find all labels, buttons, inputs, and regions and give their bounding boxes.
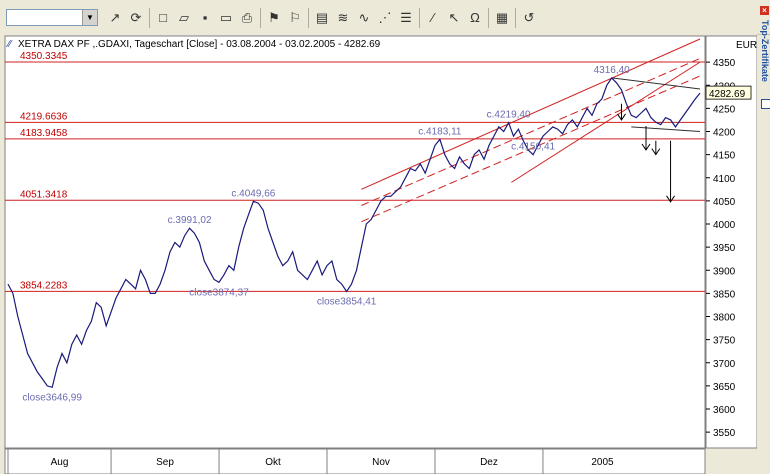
flag2-icon[interactable]: ⚐ <box>286 9 304 27</box>
chevron-down-icon[interactable]: ▼ <box>82 10 97 25</box>
price-annotation: close3854,41 <box>317 297 377 308</box>
level-label: 4350.3345 <box>20 51 68 62</box>
indicator-icon[interactable]: ≋ <box>334 9 352 27</box>
undo-icon[interactable]: ↺ <box>520 9 538 27</box>
line-tool-icon[interactable]: ⁄ <box>424 9 442 27</box>
price-annotation: c.3991,02 <box>168 215 212 226</box>
toolbar-separator <box>515 8 516 28</box>
properties-icon[interactable]: ☰ <box>397 9 415 27</box>
toolbar-separator <box>419 8 420 28</box>
y-tick-label: 3750 <box>713 336 736 347</box>
y-tick-label: 3600 <box>713 405 736 416</box>
magnet-icon[interactable]: Ω <box>466 9 484 27</box>
side-panel: × Top-Zertifikate <box>757 2 770 109</box>
level-label: 4183.9458 <box>20 128 68 139</box>
x-tick-label: Dez <box>480 457 498 468</box>
y-tick-label: 4100 <box>713 174 736 185</box>
y-tick-label: 3650 <box>713 382 736 393</box>
y-tick-label: 3700 <box>713 359 736 370</box>
layout-icon[interactable]: ▦ <box>493 9 511 27</box>
y-tick-label: 4200 <box>713 128 736 139</box>
close-icon[interactable]: × <box>760 6 769 15</box>
y-tick-label: 3800 <box>713 313 736 324</box>
flag-icon[interactable]: ⚑ <box>265 9 283 27</box>
study-icon[interactable]: ∿ <box>355 9 373 27</box>
x-tick-label: Nov <box>372 457 390 468</box>
x-tick-label: 2005 <box>591 457 614 468</box>
draw-icon[interactable]: ↗ <box>106 9 124 27</box>
print-icon[interactable]: ⎙ <box>238 9 256 27</box>
x-tick-label: Aug <box>51 457 69 468</box>
toolbar-separator <box>149 8 150 28</box>
x-tick-label: Sep <box>156 457 174 468</box>
y-tick-label: 4350 <box>713 58 736 69</box>
y-tick-label: 3550 <box>713 428 736 439</box>
y-tick-label: 3900 <box>713 266 736 277</box>
toolbar-separator <box>308 8 309 28</box>
side-panel-text[interactable]: Top-Zertifikate <box>760 20 770 82</box>
price-annotation: close3874,37 <box>189 287 249 298</box>
refresh-icon[interactable]: ⟳ <box>127 9 145 27</box>
price-annotation: 4316,40 <box>594 65 631 76</box>
chart-title: XETRA DAX PF ,.GDAXI, Tageschart [Close]… <box>18 39 381 50</box>
toolbar-separator <box>260 8 261 28</box>
y-tick-label: 4150 <box>713 151 736 162</box>
y-tick-label: 4250 <box>713 104 736 115</box>
toolbar-separator <box>488 8 489 28</box>
chart-type-icon[interactable]: ▤ <box>313 9 331 27</box>
copy-icon[interactable]: ▭ <box>217 9 235 27</box>
currency-label: EUR <box>736 40 757 51</box>
x-tick-label: Okt <box>265 457 281 468</box>
price-annotation: c.4219,40 <box>487 110 531 121</box>
level-label: 4219.6636 <box>20 111 68 122</box>
chart: EUR XETRA DAX PF ,.GDAXI, Tageschart [Cl… <box>0 34 757 474</box>
y-tick-label: 3950 <box>713 243 736 254</box>
plot-area[interactable] <box>4 35 706 449</box>
y-tick-label: 4050 <box>713 197 736 208</box>
price-annotation: c.4150,41 <box>511 142 555 153</box>
cursor-icon[interactable]: ↖ <box>445 9 463 27</box>
price-annotation: close3646,99 <box>22 392 82 403</box>
last-value-label: 4282.69 <box>709 89 746 100</box>
y-tick-label: 3850 <box>713 289 736 300</box>
y-tick-label: 4000 <box>713 220 736 231</box>
symbol-combobox[interactable]: ▼ <box>6 9 98 26</box>
save-icon[interactable]: ▪ <box>196 9 214 27</box>
checkbox-icon[interactable] <box>761 99 770 109</box>
price-annotation: c.4049,66 <box>231 188 275 199</box>
price-annotation: c.4183,11 <box>418 126 462 137</box>
level-label: 3854.2283 <box>20 280 68 291</box>
new-icon[interactable]: □ <box>154 9 172 27</box>
trend-icon[interactable]: ⋰ <box>376 9 394 27</box>
level-label: 4051.3418 <box>20 189 68 200</box>
open-icon[interactable]: ▱ <box>175 9 193 27</box>
toolbar: ▼ ↗ ⟳ □ ▱ ▪ ▭ ⎙ ⚑ ⚐ ▤ ≋ ∿ ⋰ ☰ ⁄ ↖ Ω ▦ ↺ <box>0 0 770 35</box>
